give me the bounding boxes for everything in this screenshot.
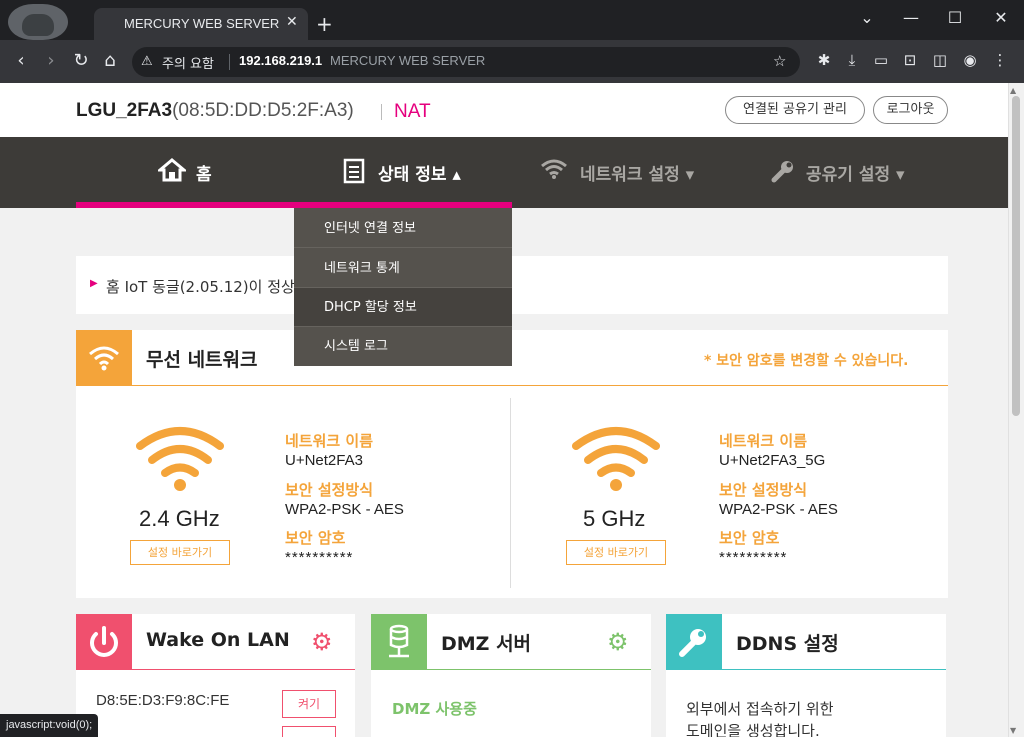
dmz-header-line <box>427 669 651 670</box>
scrollbar-thumb[interactable] <box>1012 96 1020 416</box>
camera-icon[interactable]: ▭ <box>871 51 891 69</box>
status-doc-icon <box>343 158 365 190</box>
device-mode: NAT <box>394 101 431 122</box>
menu-icon[interactable]: ⋮ <box>990 51 1010 69</box>
nav-router[interactable]: 공유기 설정 ▾ <box>806 160 905 185</box>
band-5g-name-value: U+Net2FA3_5G <box>719 452 826 469</box>
ddns-description: 외부에서 접속하기 위한 도메인을 생성합니다. <box>686 698 834 737</box>
forward-icon[interactable]: › <box>40 50 62 71</box>
bookmark-star-icon[interactable]: ☆ <box>773 52 786 70</box>
account-icon[interactable]: ◉ <box>960 51 980 69</box>
wifi-nav-icon <box>540 158 568 186</box>
band-24-security-label: 보안 설정방식 <box>285 481 374 499</box>
band-24-security-value: WPA2-PSK - AES <box>285 501 404 518</box>
address-separator <box>229 54 230 70</box>
tab-close-icon[interactable]: ✕ <box>286 14 298 30</box>
band-5g-security-value: WPA2-PSK - AES <box>719 501 838 518</box>
band-5g-name-label: 네트워크 이름 <box>719 432 808 450</box>
ddns-desc-line2: 도메인을 생성합니다. <box>686 722 820 737</box>
dmz-title: DMZ 서버 <box>441 633 532 655</box>
ddns-title: DDNS 설정 <box>736 633 839 655</box>
nav-status[interactable]: 상태 정보 ▴ <box>378 160 461 185</box>
extensions-icon[interactable]: ✱ <box>814 51 834 69</box>
wireless-divider <box>510 398 511 588</box>
dropdown-item-syslog[interactable]: 시스템 로그 <box>294 327 512 366</box>
home-nav-icon <box>155 158 189 188</box>
scroll-down-icon[interactable]: ▼ <box>1010 726 1016 735</box>
url-host: 192.168.219.1 <box>239 53 323 68</box>
download-icon[interactable]: ⤓ <box>842 51 862 69</box>
url-page-title: MERCURY WEB SERVER <box>330 53 486 68</box>
wifi-header-icon <box>76 330 132 386</box>
dmz-status: DMZ 사용중 <box>392 700 477 718</box>
band-5g-security-label: 보안 설정방식 <box>719 481 808 499</box>
wifi-5g-icon <box>572 424 660 498</box>
band-24-name-label: 네트워크 이름 <box>285 432 374 450</box>
ddns-desc-line1: 외부에서 접속하기 위한 <box>686 700 834 718</box>
maximize-icon[interactable]: ☐ <box>940 8 970 27</box>
band-24-password-label: 보안 암호 <box>285 529 346 547</box>
dropdown-item-dhcp[interactable]: DHCP 할당 정보 <box>294 288 512 327</box>
tab-title: MERCURY WEB SERVER <box>124 16 280 31</box>
profile-avatar-icon[interactable] <box>8 4 68 40</box>
device-mac: (08:5D:DD:D5:2F:A3) <box>172 100 354 121</box>
band-5g-settings-button[interactable]: 설정 바로가기 <box>566 540 666 565</box>
band-5g-password-value: ********** <box>719 549 788 566</box>
wol-mac: D8:5E:D3:F9:8C:FE <box>96 692 230 709</box>
back-icon[interactable]: ‹ <box>10 50 32 71</box>
wireless-title: 무선 네트워크 <box>146 349 258 371</box>
ddns-header-line <box>722 669 946 670</box>
nav-home[interactable]: 홈 <box>196 160 212 185</box>
screenshot-icon[interactable]: ⊡ <box>900 51 920 69</box>
minimize-icon[interactable]: — <box>896 8 926 27</box>
device-name: LGU_2FA3(08:5D:DD:D5:2F:A3) <box>76 100 354 122</box>
band-24-password-value: ********** <box>285 549 354 566</box>
new-tab-button[interactable]: + <box>316 12 333 36</box>
wifi-24-icon <box>136 424 224 498</box>
band-5g-password-label: 보안 암호 <box>719 529 780 547</box>
wireless-header-line <box>132 385 948 386</box>
wireless-note: * 보안 암호를 변경할 수 있습니다. <box>704 353 909 369</box>
band-5g-freq: 5 GHz <box>583 506 646 531</box>
reload-icon[interactable]: ↻ <box>70 50 92 71</box>
wol-on-button[interactable]: 켜기 <box>282 690 336 718</box>
security-label[interactable]: 주의 요함 <box>162 53 214 72</box>
notice-text: 홈 IoT 동글(2.05.12)이 정상 <box>106 278 295 296</box>
manage-router-button[interactable]: 연결된 공유기 관리 <box>725 96 865 124</box>
notice-arrow-icon: ▶ <box>90 278 98 289</box>
link-status-tooltip: javascript:void(0); <box>0 714 99 737</box>
sidebar-icon[interactable]: ◫ <box>930 51 950 69</box>
not-secure-icon[interactable]: ⚠ <box>141 54 153 69</box>
wol-header-line <box>132 669 355 670</box>
home-icon[interactable]: ⌂ <box>99 50 121 71</box>
close-window-icon[interactable]: ✕ <box>986 8 1016 27</box>
server-icon <box>371 614 427 670</box>
band-24-settings-button[interactable]: 설정 바로가기 <box>130 540 230 565</box>
band-24-name-value: U+Net2FA3 <box>285 452 363 469</box>
scroll-up-icon[interactable]: ▲ <box>1010 86 1016 95</box>
logout-button[interactable]: 로그아웃 <box>873 96 948 124</box>
device-name-text: LGU_2FA3 <box>76 100 173 121</box>
ddns-wrench-icon <box>666 614 722 670</box>
power-icon <box>76 614 132 670</box>
wol-gear-icon[interactable]: ⚙ <box>311 628 333 656</box>
tab-search-icon[interactable]: ⌄ <box>852 8 882 27</box>
nav-network[interactable]: 네트워크 설정 ▾ <box>580 160 694 185</box>
dropdown-item-network-stats[interactable]: 네트워크 통계 <box>294 249 512 288</box>
wrench-nav-icon <box>770 158 796 190</box>
wol-on-button-2[interactable] <box>282 726 336 737</box>
dropdown-item-internet[interactable]: 인터넷 연결 정보 <box>294 209 512 248</box>
header-separator <box>381 104 382 120</box>
wol-title: Wake On LAN <box>146 629 290 651</box>
dmz-gear-icon[interactable]: ⚙ <box>607 628 629 656</box>
band-24-freq: 2.4 GHz <box>139 506 220 531</box>
